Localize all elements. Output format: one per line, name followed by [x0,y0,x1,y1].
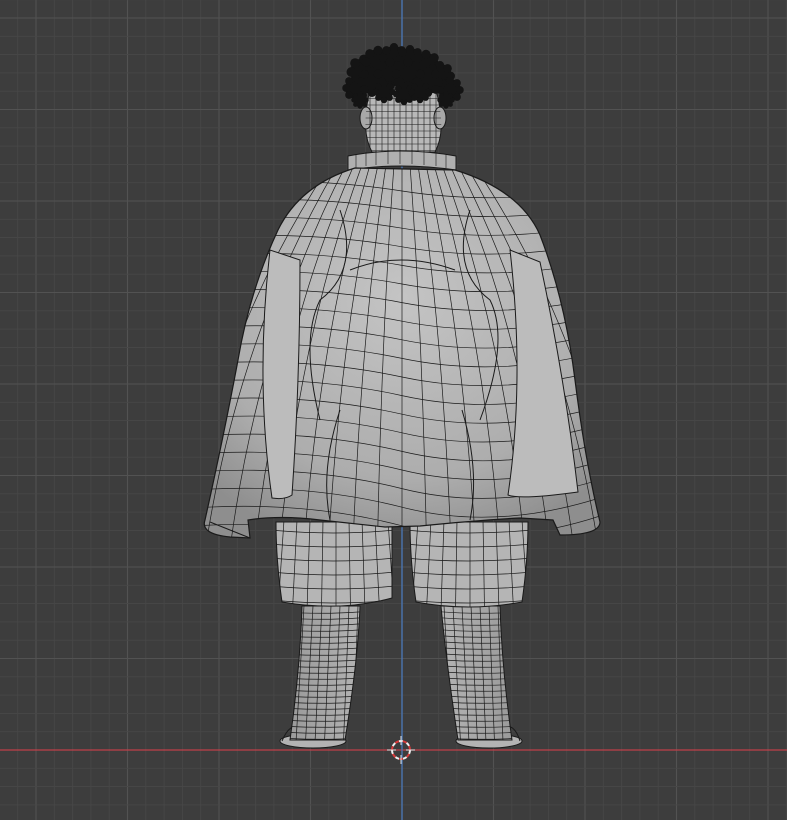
character-mesh[interactable] [180,43,622,749]
pants [275,521,529,608]
3d-viewport[interactable] [0,0,787,820]
hair [342,43,464,109]
legs [289,605,513,741]
cloak [203,167,601,539]
